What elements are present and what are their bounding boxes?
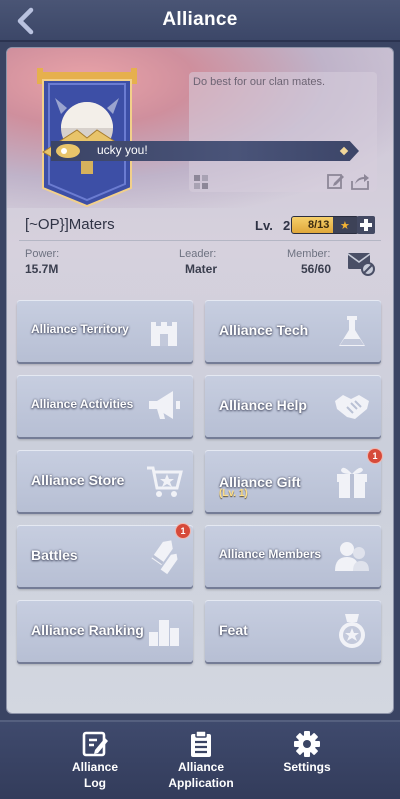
share-icon[interactable] xyxy=(351,172,369,190)
alliance-activities-button[interactable]: Alliance Activities xyxy=(17,375,193,437)
button-label: Alliance Ranking xyxy=(31,622,144,638)
member-label: Member: xyxy=(287,248,331,260)
translate-icon[interactable] xyxy=(193,174,209,190)
alliance-tech-button[interactable]: Alliance Tech xyxy=(205,300,381,362)
medal-icon xyxy=(339,614,365,648)
bottom-nav: Alliance Log Alliance Application Settin… xyxy=(0,720,400,799)
member-value: 56/60 xyxy=(301,262,332,276)
bullets-icon xyxy=(151,540,178,575)
nav-settings[interactable]: Settings xyxy=(262,730,352,774)
motto-box[interactable]: Do best for our clan mates. xyxy=(189,72,377,192)
gear-icon xyxy=(294,731,320,757)
scroll-cap-icon xyxy=(56,144,80,158)
button-label: Alliance Help xyxy=(219,397,307,413)
notice-text: ucky you! xyxy=(97,143,148,157)
level-label: Lv. xyxy=(255,218,273,233)
cart-icon xyxy=(147,466,183,497)
nav-label: Settings xyxy=(283,760,331,774)
header-bar: Alliance xyxy=(0,0,400,42)
clipboard-icon xyxy=(191,730,211,757)
button-sublabel: (Lv. 1) xyxy=(219,488,248,499)
alliance-gift-button[interactable]: Alliance Gift (Lv. 1) 1 xyxy=(205,448,383,512)
leader-label: Leader: xyxy=(179,248,217,260)
button-label: Alliance Members xyxy=(219,547,322,561)
plus-icon xyxy=(360,219,372,231)
alliance-flag[interactable] xyxy=(37,68,137,208)
motto-text: Do best for our clan mates. xyxy=(193,76,326,88)
star-icon: ★ xyxy=(340,220,350,232)
gift-icon xyxy=(337,467,367,498)
feat-button[interactable]: Feat xyxy=(205,600,381,662)
power-label: Power: xyxy=(25,248,60,260)
leader-value: Mater xyxy=(185,262,218,276)
nav-label: Application xyxy=(168,776,234,790)
handshake-icon xyxy=(335,395,369,419)
power-value: 15.7M xyxy=(25,262,59,276)
edit-log-icon xyxy=(82,731,108,757)
level-value: 2 xyxy=(283,218,291,233)
edit-icon[interactable] xyxy=(327,172,345,190)
notification-badge: 1 xyxy=(175,523,191,539)
nav-label: Log xyxy=(84,776,106,790)
notice-bar: ucky you! xyxy=(51,141,359,161)
battles-button[interactable]: Battles 1 xyxy=(17,523,193,587)
alliance-name: [~OP}]Maters xyxy=(25,216,115,233)
notification-badge: 1 xyxy=(367,448,383,464)
castle-icon xyxy=(151,322,177,346)
bar-chart-icon xyxy=(149,620,179,646)
page-title: Alliance xyxy=(162,9,238,30)
nav-label: Alliance xyxy=(177,760,225,774)
button-label: Battles xyxy=(31,547,78,563)
xp-progress-bar: 8/13 ★ xyxy=(291,216,359,234)
members-icon xyxy=(335,542,369,571)
flask-icon xyxy=(339,316,365,346)
button-label: Alliance Store xyxy=(31,472,125,488)
add-level-button[interactable] xyxy=(357,216,375,234)
alliance-help-button[interactable]: Alliance Help xyxy=(205,375,381,437)
divider xyxy=(19,240,381,241)
alliance-store-button[interactable]: Alliance Store xyxy=(17,450,193,512)
diamond-icon xyxy=(339,146,349,156)
nav-alliance-log[interactable]: Alliance Log xyxy=(50,730,140,790)
mail-disabled-icon[interactable] xyxy=(347,250,375,276)
alliance-ranking-button[interactable]: Alliance Ranking xyxy=(17,600,193,662)
button-label: Alliance Territory xyxy=(31,322,129,336)
alliance-territory-button[interactable]: Alliance Territory xyxy=(17,300,193,362)
button-label: Alliance Activities xyxy=(31,397,134,411)
megaphone-icon xyxy=(149,391,180,419)
button-label: Alliance Tech xyxy=(219,322,309,338)
nav-alliance-application[interactable]: Alliance Application xyxy=(156,730,246,790)
nav-label: Alliance xyxy=(71,760,119,774)
alliance-flag-emblem xyxy=(37,68,137,208)
button-label: Feat xyxy=(219,622,248,638)
alliance-members-button[interactable]: Alliance Members xyxy=(205,525,381,587)
xp-text: 8/13 xyxy=(308,219,330,231)
